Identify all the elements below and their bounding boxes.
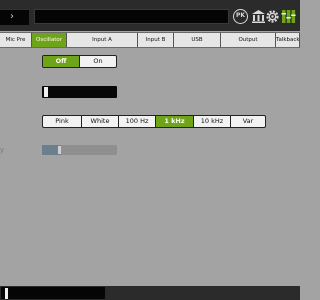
- type-white-button[interactable]: White: [82, 116, 119, 127]
- gear-icon[interactable]: [265, 9, 280, 24]
- tab-input-a[interactable]: Input A: [67, 33, 138, 47]
- frequency-thumb[interactable]: [57, 146, 61, 154]
- oscillator-level-slider[interactable]: [42, 86, 117, 98]
- type-var-button[interactable]: Var: [231, 116, 265, 127]
- tab-talkback[interactable]: Talkback: [276, 33, 300, 47]
- tab-bar: Mic Pre Oscillator Input A Input B USB O…: [0, 32, 300, 48]
- type-1khz-button[interactable]: 1 kHz: [156, 116, 194, 127]
- scene-name-field[interactable]: [34, 9, 229, 24]
- bottom-bar: [0, 286, 300, 300]
- tab-oscillator[interactable]: Oscillator: [32, 33, 67, 47]
- mixer-faders-icon[interactable]: [281, 9, 296, 24]
- tab-input-b[interactable]: Input B: [138, 33, 174, 47]
- type-10khz-button[interactable]: 10 kHz: [194, 116, 231, 127]
- bottom-level-slider[interactable]: [1, 287, 105, 299]
- menu-button[interactable]: ›: [0, 9, 29, 25]
- pk-label: PK: [235, 12, 246, 19]
- tab-usb[interactable]: USB: [174, 33, 221, 47]
- top-bar: › PK: [0, 0, 300, 31]
- on-button[interactable]: On: [80, 56, 116, 67]
- tab-mic-pre[interactable]: Mic Pre: [0, 33, 32, 47]
- chevron-right-icon: ›: [10, 11, 14, 22]
- pk-circle-icon[interactable]: PK: [233, 9, 248, 24]
- frequency-label: y: [0, 146, 5, 154]
- bank-icon[interactable]: [251, 9, 266, 24]
- off-button[interactable]: Off: [43, 56, 80, 67]
- type-100hz-button[interactable]: 100 Hz: [119, 116, 156, 127]
- frequency-slider[interactable]: [42, 145, 117, 155]
- slider-thumb[interactable]: [44, 87, 48, 97]
- oscillator-power-toggle: Off On: [42, 55, 117, 68]
- oscillator-type-selector: Pink White 100 Hz 1 kHz 10 kHz Var: [42, 115, 266, 128]
- type-pink-button[interactable]: Pink: [43, 116, 82, 127]
- tab-output[interactable]: Output: [221, 33, 276, 47]
- bottom-level-thumb[interactable]: [5, 288, 8, 299]
